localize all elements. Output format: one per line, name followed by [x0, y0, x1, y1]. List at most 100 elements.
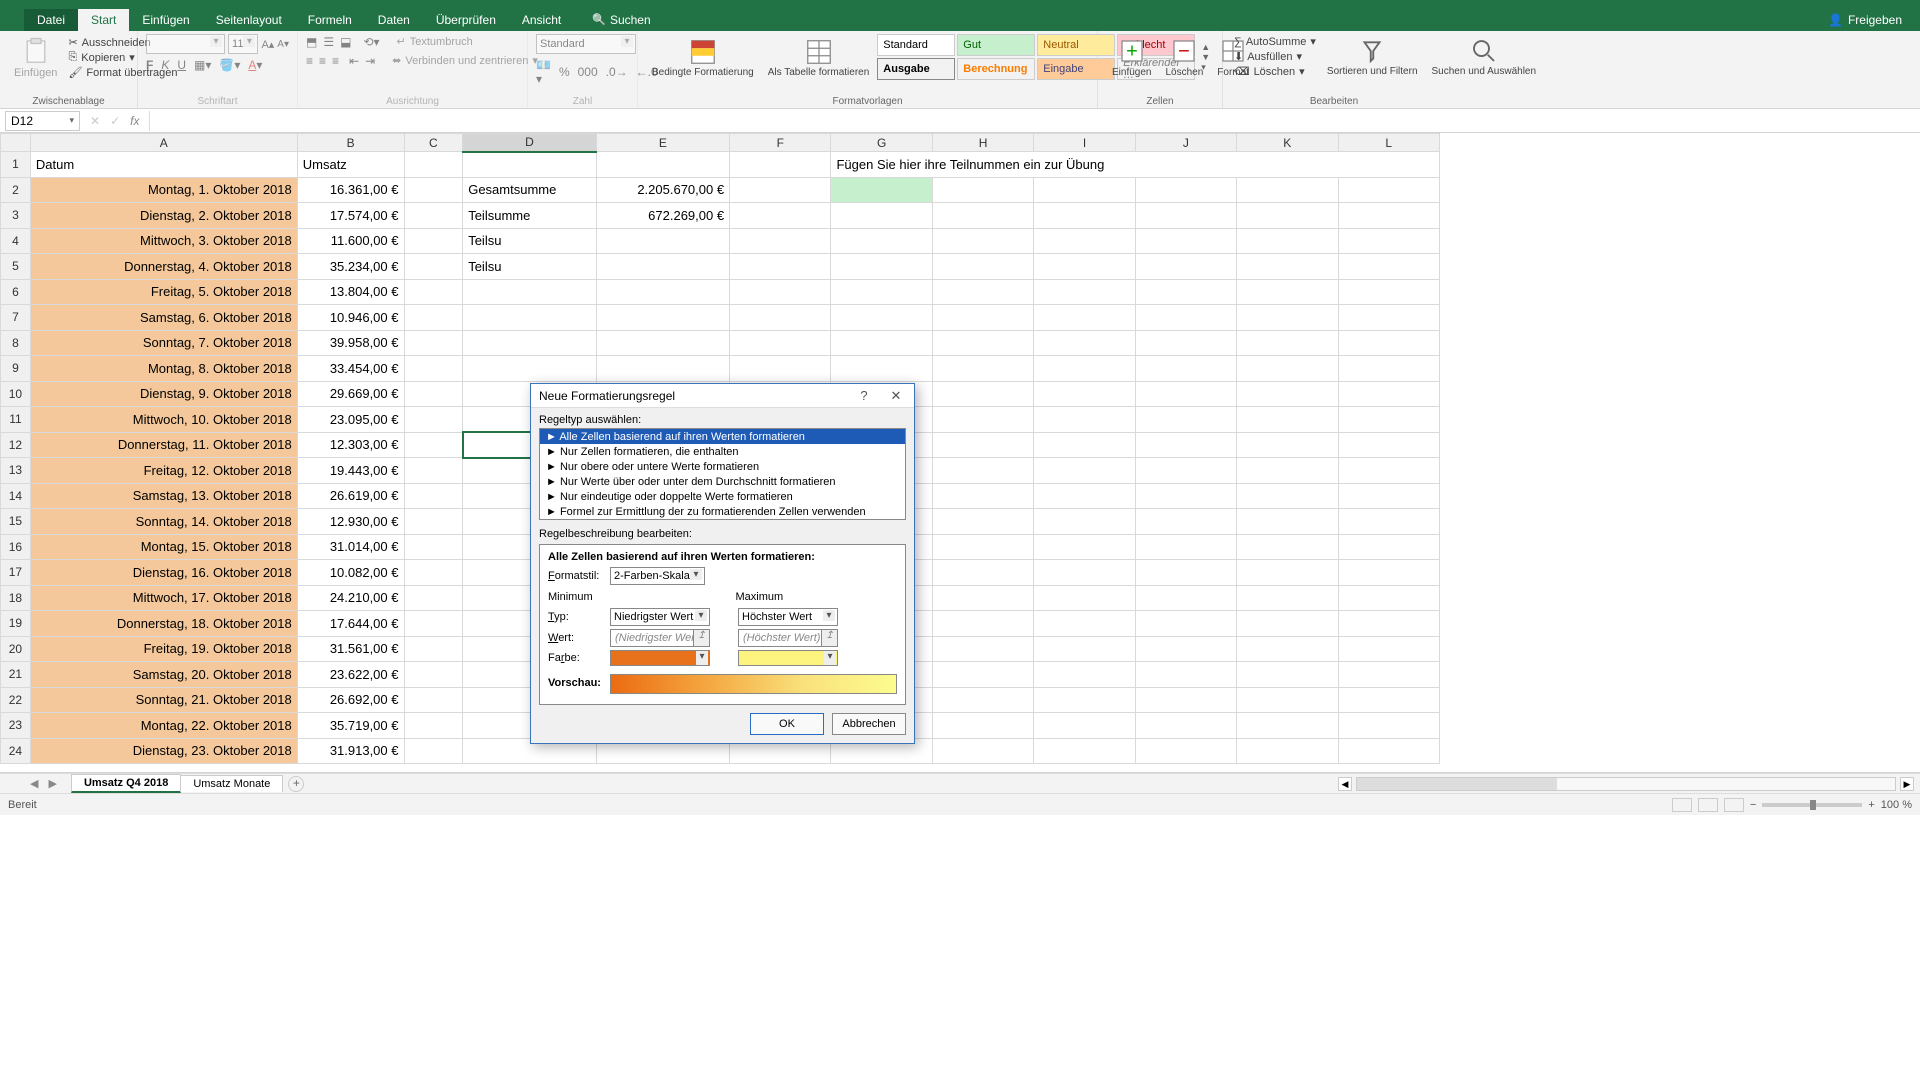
cell-A9[interactable]: Montag, 8. Oktober 2018: [30, 356, 297, 382]
col-header-B[interactable]: B: [297, 134, 404, 152]
row-header-6[interactable]: 6: [1, 279, 31, 305]
zoom-thumb[interactable]: [1810, 800, 1816, 810]
cell-C22[interactable]: [404, 687, 463, 713]
cell-J17[interactable]: [1135, 560, 1236, 586]
name-box[interactable]: D12▾: [5, 111, 80, 131]
cell-A13[interactable]: Freitag, 12. Oktober 2018: [30, 458, 297, 484]
cell-G2[interactable]: [831, 177, 932, 203]
cell-J12[interactable]: [1135, 432, 1236, 458]
cell-C23[interactable]: [404, 713, 463, 739]
row-header-17[interactable]: 17: [1, 560, 31, 586]
cancel-button[interactable]: Abbrechen: [832, 713, 906, 735]
cell-L4[interactable]: [1338, 228, 1439, 254]
cell-J6[interactable]: [1135, 279, 1236, 305]
cell-F2[interactable]: [730, 177, 831, 203]
row-header-7[interactable]: 7: [1, 305, 31, 331]
col-header-I[interactable]: I: [1034, 134, 1135, 152]
cell-K8[interactable]: [1237, 330, 1338, 356]
cell-F4[interactable]: [730, 228, 831, 254]
cell-G3[interactable]: [831, 203, 932, 229]
row-header-3[interactable]: 3: [1, 203, 31, 229]
align-middle-icon[interactable]: ☰: [323, 35, 334, 49]
cell-E9[interactable]: [596, 356, 729, 382]
cell-L13[interactable]: [1338, 458, 1439, 484]
cell-K10[interactable]: [1237, 381, 1338, 407]
cell-B15[interactable]: 12.930,00 €: [297, 509, 404, 535]
cell-J4[interactable]: [1135, 228, 1236, 254]
cell-H21[interactable]: [932, 662, 1033, 688]
cell-K4[interactable]: [1237, 228, 1338, 254]
cell-L14[interactable]: [1338, 483, 1439, 509]
cell-D6[interactable]: [463, 279, 596, 305]
cell-B4[interactable]: 11.600,00 €: [297, 228, 404, 254]
conditional-formatting-button[interactable]: Bedingte Formatierung: [646, 35, 760, 80]
cell-C12[interactable]: [404, 432, 463, 458]
cell-C18[interactable]: [404, 585, 463, 611]
cell-C2[interactable]: [404, 177, 463, 203]
hscroll-left[interactable]: ◀: [1338, 777, 1352, 791]
cell-J18[interactable]: [1135, 585, 1236, 611]
cell-F9[interactable]: [730, 356, 831, 382]
cell-H5[interactable]: [932, 254, 1033, 280]
cell-K2[interactable]: [1237, 177, 1338, 203]
cell-L10[interactable]: [1338, 381, 1439, 407]
wrap-text-button[interactable]: ↵ Textumbruch: [394, 34, 476, 49]
col-header-H[interactable]: H: [932, 134, 1033, 152]
cell-F6[interactable]: [730, 279, 831, 305]
cell-B9[interactable]: 33.454,00 €: [297, 356, 404, 382]
col-header-C[interactable]: C: [404, 134, 463, 152]
style-ausgabe[interactable]: Ausgabe: [877, 58, 955, 80]
cell-H11[interactable]: [932, 407, 1033, 433]
cell-J10[interactable]: [1135, 381, 1236, 407]
cell-C24[interactable]: [404, 738, 463, 764]
cell-I7[interactable]: [1034, 305, 1135, 331]
cell-B20[interactable]: 31.561,00 €: [297, 636, 404, 662]
row-header-12[interactable]: 12: [1, 432, 31, 458]
cell-C5[interactable]: [404, 254, 463, 280]
cell-H2[interactable]: [932, 177, 1033, 203]
row-header-20[interactable]: 20: [1, 636, 31, 662]
cell-G7[interactable]: [831, 305, 932, 331]
cell-D7[interactable]: [463, 305, 596, 331]
cell-I9[interactable]: [1034, 356, 1135, 382]
cell-I15[interactable]: [1034, 509, 1135, 535]
cell-B10[interactable]: 29.669,00 €: [297, 381, 404, 407]
formatstil-select[interactable]: 2-Farben-Skala: [610, 567, 705, 585]
cell-E3[interactable]: 672.269,00 €: [596, 203, 729, 229]
cell-J22[interactable]: [1135, 687, 1236, 713]
cell-H16[interactable]: [932, 534, 1033, 560]
cell-K7[interactable]: [1237, 305, 1338, 331]
cell-A5[interactable]: Donnerstag, 4. Oktober 2018: [30, 254, 297, 280]
align-bottom-icon[interactable]: ⬓: [340, 35, 351, 49]
hscroll-thumb[interactable]: [1357, 778, 1557, 790]
cell-K18[interactable]: [1237, 585, 1338, 611]
cell-C19[interactable]: [404, 611, 463, 637]
col-header-L[interactable]: L: [1338, 134, 1439, 152]
zoom-value[interactable]: 100 %: [1881, 799, 1912, 811]
bold-button[interactable]: F: [146, 58, 153, 72]
cell-B24[interactable]: 31.913,00 €: [297, 738, 404, 764]
row-header-21[interactable]: 21: [1, 662, 31, 688]
cell-B8[interactable]: 39.958,00 €: [297, 330, 404, 356]
cell-B5[interactable]: 35.234,00 €: [297, 254, 404, 280]
row-header-11[interactable]: 11: [1, 407, 31, 433]
col-header-A[interactable]: A: [30, 134, 297, 152]
help-button[interactable]: ?: [854, 388, 874, 404]
cell-H10[interactable]: [932, 381, 1033, 407]
cell-F1[interactable]: [730, 152, 831, 178]
cell-L8[interactable]: [1338, 330, 1439, 356]
cell-J23[interactable]: [1135, 713, 1236, 739]
cell-C6[interactable]: [404, 279, 463, 305]
cell-J14[interactable]: [1135, 483, 1236, 509]
cell-J13[interactable]: [1135, 458, 1236, 484]
cell-A6[interactable]: Freitag, 5. Oktober 2018: [30, 279, 297, 305]
cell-B18[interactable]: 24.210,00 €: [297, 585, 404, 611]
ribbon-tab-daten[interactable]: Daten: [365, 9, 423, 31]
col-header-F[interactable]: F: [730, 134, 831, 152]
row-header-1[interactable]: 1: [1, 152, 31, 178]
cell-I16[interactable]: [1034, 534, 1135, 560]
sheet-tab[interactable]: Umsatz Monate: [180, 775, 283, 792]
align-left-icon[interactable]: ≡: [306, 54, 313, 68]
cell-I3[interactable]: [1034, 203, 1135, 229]
orientation-icon[interactable]: ⟲▾: [363, 35, 379, 49]
